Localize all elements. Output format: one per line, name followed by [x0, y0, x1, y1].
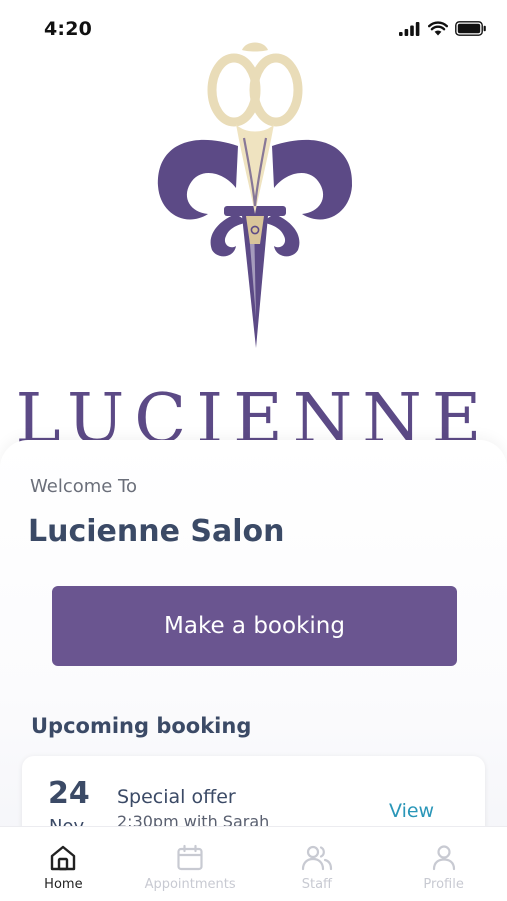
tab-profile[interactable]: Profile — [380, 827, 507, 901]
fleur-de-lis-scissors-logo — [157, 42, 353, 348]
tab-home-label: Home — [44, 877, 83, 892]
person-icon — [432, 845, 455, 871]
tab-staff[interactable]: Staff — [254, 827, 381, 901]
tab-home[interactable]: Home — [0, 827, 127, 901]
home-icon — [51, 845, 76, 871]
calendar-icon — [177, 844, 203, 871]
view-booking-link[interactable]: View — [389, 800, 434, 822]
tab-bar: Home Appointments Staff Profile — [0, 826, 507, 901]
make-booking-button[interactable]: Make a booking — [52, 586, 457, 666]
salon-name: Lucienne Salon — [28, 514, 285, 549]
booking-day: 24 — [48, 776, 90, 811]
upcoming-booking-title: Upcoming booking — [31, 714, 252, 738]
people-icon — [301, 845, 332, 871]
tab-appointments[interactable]: Appointments — [127, 827, 254, 901]
brand-hero: LUCIENNE — [0, 30, 507, 454]
booking-title: Special offer — [117, 786, 236, 808]
welcome-label: Welcome To — [30, 476, 138, 497]
tab-profile-label: Profile — [423, 877, 464, 892]
tab-appointments-label: Appointments — [144, 877, 236, 892]
tab-staff-label: Staff — [301, 877, 333, 892]
